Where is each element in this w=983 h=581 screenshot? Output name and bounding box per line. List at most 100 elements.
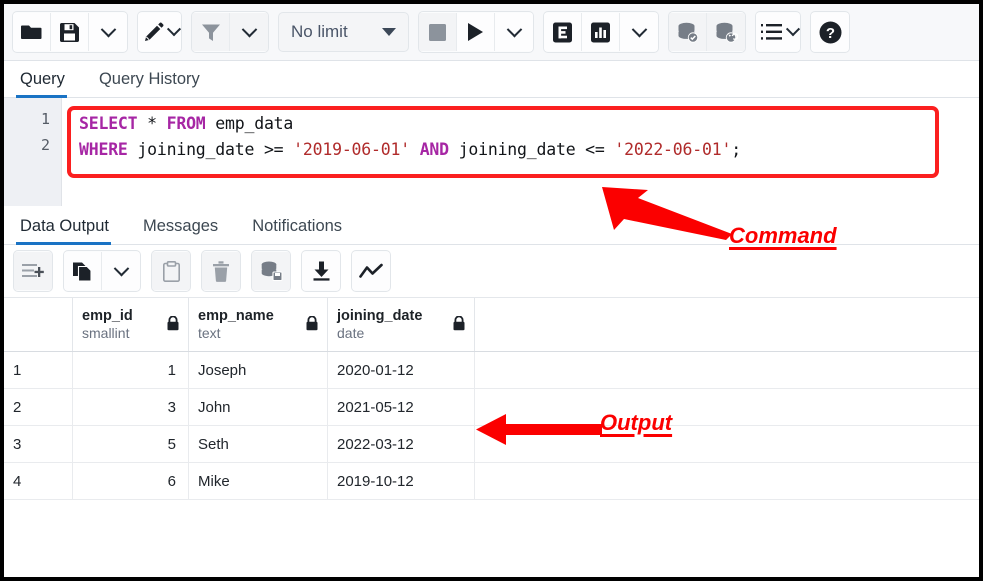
add-row-group: [13, 250, 53, 292]
save-file-button[interactable]: [51, 13, 89, 51]
cell-joining-date[interactable]: 2019-10-12: [328, 463, 475, 499]
graph-line-icon: [359, 263, 383, 280]
sql-token: '2022-06-01': [614, 140, 731, 159]
save-dropdown-button[interactable]: [89, 13, 127, 51]
lock-icon: [453, 316, 465, 331]
tab-messages-label: Messages: [143, 217, 218, 235]
cell-rownum[interactable]: 1: [4, 352, 73, 388]
command-annotation-label: Command: [729, 223, 837, 249]
copy-button[interactable]: [64, 252, 102, 290]
column-type: smallint: [82, 325, 133, 342]
tab-query-label: Query: [20, 70, 65, 88]
lock-icon: [167, 316, 179, 331]
output-annotation-label: Output: [600, 410, 672, 436]
explain-dropdown-button[interactable]: [620, 13, 658, 51]
cell-rownum[interactable]: 2: [4, 389, 73, 425]
paste-group: [151, 250, 191, 292]
cell-emp-name[interactable]: John: [189, 389, 328, 425]
stop-icon: [429, 24, 446, 41]
execute-query-button[interactable]: [457, 13, 495, 51]
cell-joining-date[interactable]: 2020-01-12: [328, 352, 475, 388]
delete-row-button[interactable]: [202, 252, 240, 290]
save-data-icon: [260, 261, 283, 281]
cell-emp-name[interactable]: Mike: [189, 463, 328, 499]
main-toolbar: No limit: [4, 4, 979, 61]
open-file-button[interactable]: [13, 13, 51, 51]
download-icon: [312, 261, 331, 281]
query-tab-strip: Query Query History: [4, 61, 979, 98]
filter-button[interactable]: [192, 13, 230, 51]
macros-button-group: [755, 11, 801, 53]
commit-button[interactable]: [669, 13, 707, 51]
filter-dropdown-button[interactable]: [230, 13, 268, 51]
row-limit-value: No limit: [291, 22, 348, 42]
copy-dropdown-button[interactable]: [102, 252, 140, 290]
sql-line-2: WHERE joining_date >= '2019-06-01' AND j…: [79, 137, 935, 163]
execute-dropdown-button[interactable]: [495, 13, 533, 51]
help-button[interactable]: ?: [811, 13, 849, 51]
cell-joining-date[interactable]: 2022-03-12: [328, 426, 475, 462]
sql-token: FROM: [167, 114, 206, 133]
line-number: 2: [4, 132, 61, 158]
sql-editor-input[interactable]: SELECT * FROM emp_data WHERE joining_dat…: [67, 106, 939, 178]
tab-query-history-label: Query History: [99, 70, 200, 88]
svg-text:?: ?: [825, 25, 834, 42]
paste-icon: [163, 261, 180, 282]
save-icon: [60, 23, 79, 42]
rollback-button[interactable]: [707, 13, 745, 51]
sql-token: ;: [731, 140, 741, 159]
graph-visualiser-button[interactable]: [352, 252, 390, 290]
grid-header-emp-name[interactable]: emp_name text: [189, 298, 328, 351]
stop-query-button[interactable]: [419, 13, 457, 51]
explain-analyze-button[interactable]: [582, 13, 620, 51]
execute-button-group: [418, 11, 534, 53]
edit-button[interactable]: [138, 13, 181, 51]
folder-icon: [21, 23, 42, 41]
cell-rownum[interactable]: 3: [4, 426, 73, 462]
chevron-down-icon: [167, 22, 181, 36]
tab-data-output[interactable]: Data Output: [18, 217, 123, 244]
sql-token: emp_data: [206, 114, 294, 133]
add-row-button[interactable]: [14, 252, 52, 290]
cell-emp-name[interactable]: Joseph: [189, 352, 328, 388]
tab-query[interactable]: Query: [18, 70, 79, 97]
sql-token: '2019-06-01': [293, 140, 410, 159]
tab-query-history[interactable]: Query History: [97, 70, 214, 97]
sql-token: SELECT: [79, 114, 137, 133]
cell-emp-name[interactable]: Seth: [189, 426, 328, 462]
copy-group: [63, 250, 141, 292]
cell-joining-date[interactable]: 2021-05-12: [328, 389, 475, 425]
macros-button[interactable]: [756, 13, 800, 51]
grid-header-joining-date[interactable]: joining_date date: [328, 298, 475, 351]
sql-token: joining_date >=: [128, 140, 293, 159]
filter-icon: [201, 23, 221, 42]
grid-header-emp-id[interactable]: emp_id smallint: [73, 298, 189, 351]
cell-emp-id[interactable]: 1: [73, 352, 189, 388]
column-type: date: [337, 325, 422, 342]
delete-row-group: [201, 250, 241, 292]
tab-notifications-label: Notifications: [252, 217, 342, 235]
cell-emp-id[interactable]: 3: [73, 389, 189, 425]
add-row-icon: [22, 262, 45, 280]
download-csv-button[interactable]: [302, 252, 340, 290]
explain-e-icon: [552, 22, 573, 43]
sql-token: joining_date <=: [449, 140, 614, 159]
download-group: [301, 250, 341, 292]
edit-button-group: [137, 11, 182, 53]
play-icon: [466, 22, 485, 42]
pencil-icon: [143, 22, 164, 43]
row-limit-select[interactable]: No limit: [278, 12, 409, 52]
table-row[interactable]: 11Joseph2020-01-12: [4, 352, 979, 389]
tab-notifications[interactable]: Notifications: [250, 217, 356, 244]
tab-messages[interactable]: Messages: [141, 217, 232, 244]
cell-emp-id[interactable]: 6: [73, 463, 189, 499]
cell-rownum[interactable]: 4: [4, 463, 73, 499]
explain-button[interactable]: [544, 13, 582, 51]
paste-button[interactable]: [152, 252, 190, 290]
copy-icon: [73, 261, 93, 282]
table-row[interactable]: 46Mike2019-10-12: [4, 463, 979, 500]
save-data-changes-button[interactable]: [252, 252, 290, 290]
cell-emp-id[interactable]: 5: [73, 426, 189, 462]
result-grid: emp_id smallint emp_name text: [4, 298, 979, 500]
chevron-down-icon: [786, 22, 800, 36]
